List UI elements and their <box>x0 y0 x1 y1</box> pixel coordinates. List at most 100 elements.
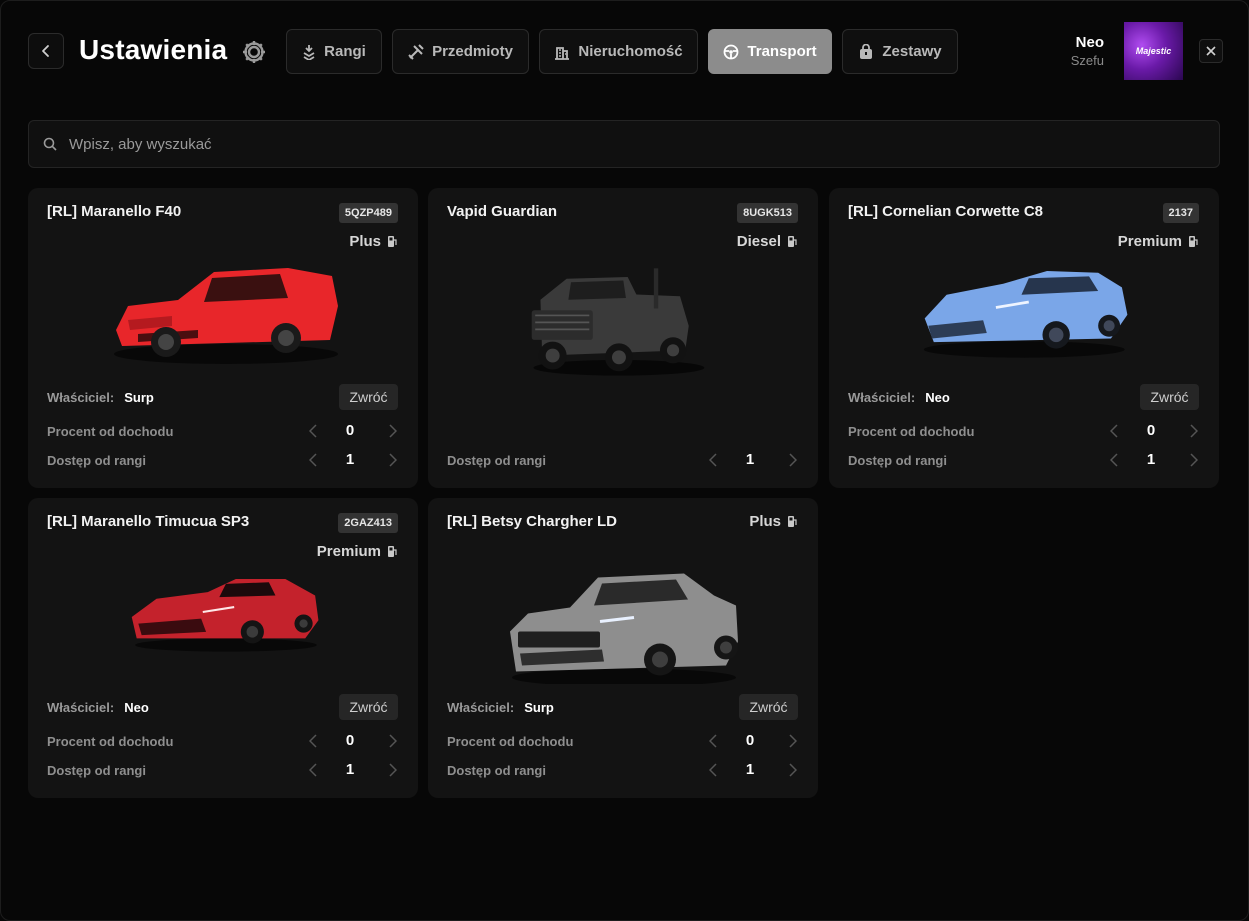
close-icon <box>1206 46 1216 56</box>
income-percent-row: Procent od dochodu 0 <box>47 730 398 752</box>
owner-label: Właściciel: <box>447 700 515 715</box>
fuel-type: Premium <box>317 543 398 560</box>
income-percent-value: 0 <box>745 732 755 749</box>
fuel-pump-icon <box>388 546 397 557</box>
vehicle-card: [RL] Betsy Chargher LD Plus Właściciel: … <box>428 498 818 798</box>
fuel-pump-icon <box>788 516 797 527</box>
car-image <box>510 573 738 684</box>
return-button[interactable]: Zwróć <box>739 694 798 720</box>
return-button[interactable]: Zwróć <box>339 384 398 410</box>
chevron-right-icon[interactable] <box>783 450 803 470</box>
fuel-type: Premium <box>1118 233 1199 250</box>
rank-access-row: Dostęp od rangi 1 <box>447 449 798 471</box>
chevron-right-icon[interactable] <box>383 421 403 441</box>
rank-access-row: Dostęp od rangi 1 <box>447 759 798 781</box>
owner-name: Surp <box>124 390 154 405</box>
chevron-left-icon[interactable] <box>303 760 323 780</box>
chevron-right-icon[interactable] <box>383 450 403 470</box>
owner-info: Właściciel: Neo <box>47 700 149 715</box>
owner-info: Właściciel: Neo <box>848 390 950 405</box>
chevron-right-icon[interactable] <box>383 731 403 751</box>
chevron-right-icon[interactable] <box>383 760 403 780</box>
income-percent-row: Procent od dochodu 0 <box>848 420 1199 442</box>
return-button[interactable]: Zwróć <box>1140 384 1199 410</box>
search-icon <box>43 137 57 151</box>
income-percent-label: Procent od dochodu <box>848 424 975 439</box>
fuel-pump-icon <box>388 236 397 247</box>
income-percent-value: 0 <box>345 422 355 439</box>
chevron-left-icon[interactable] <box>1104 450 1124 470</box>
building-icon <box>555 46 570 60</box>
license-plate: 2GAZ413 <box>338 513 398 533</box>
vehicle-name: [RL] Maranello Timucua SP3 <box>47 513 250 530</box>
income-percent-value: 0 <box>345 732 355 749</box>
license-plate: 8UGK513 <box>737 203 798 223</box>
income-percent-row: Procent od dochodu 0 <box>47 420 398 442</box>
settings-window: Ustawienia Rangi Przedmioty Nieruchomość… <box>0 0 1249 921</box>
fuel-type: Plus <box>349 233 398 250</box>
chevron-right-icon[interactable] <box>1184 450 1204 470</box>
chevron-right-icon[interactable] <box>783 760 803 780</box>
chevron-right-icon[interactable] <box>783 731 803 751</box>
user-role: Szefu <box>1070 53 1104 68</box>
rank-access-label: Dostęp od rangi <box>447 453 546 468</box>
avatar-logo-text: Majestic <box>1135 46 1172 56</box>
owner-label: Właściciel: <box>848 390 916 405</box>
fuel-type-label: Plus <box>749 513 781 530</box>
car-image <box>131 578 319 652</box>
license-plate: 5QZP489 <box>338 203 398 223</box>
fuel-type-label: Plus <box>349 233 381 250</box>
return-button[interactable]: Zwróć <box>339 694 398 720</box>
chevron-left-icon[interactable] <box>703 450 723 470</box>
steering-wheel-icon <box>724 44 739 59</box>
vehicle-card: [RL] Cornelian Corwette C8 2137 Premium … <box>829 188 1219 488</box>
chevron-right-icon[interactable] <box>1184 421 1204 441</box>
tab-zestawy[interactable]: Zestawy <box>842 29 958 74</box>
tab-transport[interactable]: Transport <box>708 29 832 74</box>
owner-name: Neo <box>925 390 950 405</box>
search-bar[interactable] <box>28 120 1220 168</box>
bag-icon <box>860 43 873 59</box>
rank-access-label: Dostęp od rangi <box>47 763 146 778</box>
vehicle-card: [RL] Maranello F40 5QZP489 Plus Właścici… <box>28 188 418 488</box>
fuel-type: Plus <box>749 513 798 530</box>
tab-nieruchomosc[interactable]: Nieruchomość <box>539 29 698 74</box>
owner-info: Właściciel: Surp <box>447 700 554 715</box>
car-image <box>114 268 338 364</box>
search-input[interactable] <box>67 134 1219 154</box>
income-percent-label: Procent od dochodu <box>447 734 574 749</box>
owner-name: Neo <box>124 700 149 715</box>
vehicle-name: Vapid Guardian <box>447 203 558 220</box>
car-image <box>531 268 705 376</box>
back-button[interactable] <box>28 33 64 69</box>
income-percent-label: Procent od dochodu <box>47 734 174 749</box>
rank-access-value: 1 <box>345 761 355 778</box>
chevron-left-icon[interactable] <box>703 760 723 780</box>
rank-access-label: Dostęp od rangi <box>848 453 947 468</box>
tab-transport-label: Transport <box>747 43 817 60</box>
chevron-left-icon[interactable] <box>1104 421 1124 441</box>
owner-name: Surp <box>524 700 554 715</box>
tab-rangi[interactable]: Rangi <box>286 29 382 74</box>
fuel-type-label: Diesel <box>736 233 781 250</box>
vehicle-card: [RL] Maranello Timucua SP3 2GAZ413 Premi… <box>28 498 418 798</box>
fuel-pump-icon <box>788 236 797 247</box>
rank-access-row: Dostęp od rangi 1 <box>47 759 398 781</box>
rank-icon <box>303 44 315 60</box>
vehicle-name: [RL] Maranello F40 <box>47 203 182 220</box>
tab-nieruchomosc-label: Nieruchomość <box>578 43 683 60</box>
car-image <box>923 270 1128 358</box>
tools-icon <box>408 43 424 60</box>
license-plate: 2137 <box>1162 203 1199 223</box>
rank-access-row: Dostęp od rangi 1 <box>47 449 398 471</box>
gear-icon[interactable] <box>240 38 268 66</box>
fuel-pump-icon <box>1189 236 1198 247</box>
income-percent-label: Procent od dochodu <box>47 424 174 439</box>
chevron-left-icon[interactable] <box>303 421 323 441</box>
chevron-left-icon[interactable] <box>303 731 323 751</box>
avatar: Majestic <box>1124 22 1183 80</box>
close-button[interactable] <box>1199 39 1223 63</box>
chevron-left-icon[interactable] <box>303 450 323 470</box>
chevron-left-icon[interactable] <box>703 731 723 751</box>
tab-przedmioty[interactable]: Przedmioty <box>392 29 529 74</box>
